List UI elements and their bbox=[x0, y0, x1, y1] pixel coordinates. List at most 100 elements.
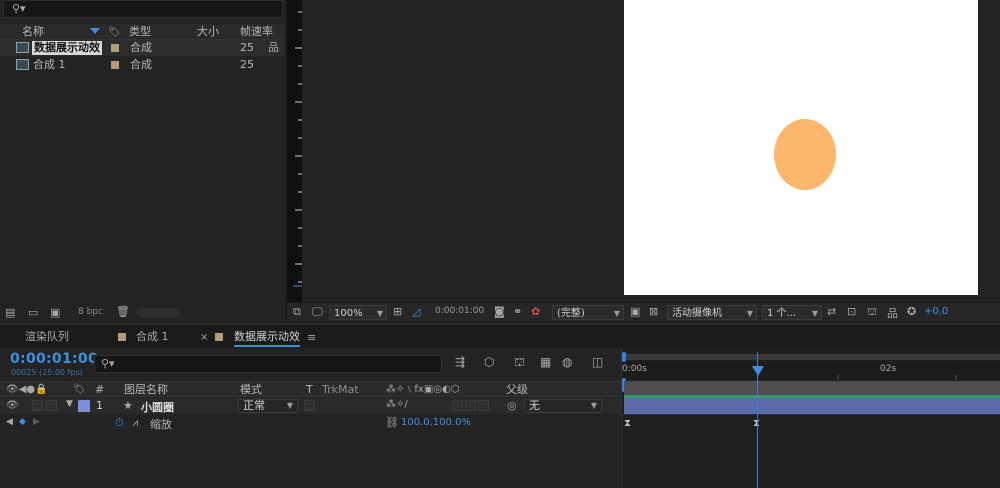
pixel-aspect-icon[interactable]: ⇄ bbox=[827, 305, 836, 318]
fx-toggle[interactable] bbox=[452, 400, 463, 411]
column-parent[interactable]: 父级 bbox=[506, 382, 528, 398]
comp-mini-flowchart-icon[interactable]: ⇶ bbox=[455, 355, 465, 369]
close-icon[interactable]: × bbox=[200, 327, 208, 347]
audio-toggle[interactable] bbox=[32, 400, 43, 411]
project-item-row[interactable]: 合成 1 合成 25 bbox=[0, 57, 285, 73]
label-tag-icon[interactable]: 🏷 bbox=[108, 24, 121, 40]
view-layout-select[interactable]: 1 个... ▼ bbox=[762, 305, 822, 320]
current-time-indicator-head[interactable] bbox=[752, 366, 764, 376]
tab-render-queue[interactable]: 渲染队列 bbox=[25, 327, 69, 347]
preserve-transparency-toggle[interactable] bbox=[304, 400, 315, 411]
expand-arrow-icon[interactable]: ▼ bbox=[66, 399, 73, 409]
composition-icon bbox=[16, 59, 29, 70]
search-icon: ⚲▾ bbox=[101, 357, 115, 370]
parent-select[interactable]: 无 ▼ bbox=[524, 399, 602, 413]
graph-icon[interactable]: ⩘ bbox=[132, 416, 138, 430]
layer-name[interactable]: 小圆圈 bbox=[141, 399, 174, 415]
project-item-row[interactable]: 数据展示动效 合成 25 品 bbox=[0, 40, 285, 56]
safe-margins-icon[interactable]: ⊞ bbox=[393, 305, 402, 318]
tab-comp1[interactable]: 合成 1 bbox=[136, 327, 169, 347]
current-time-display[interactable]: 0:00:01:00 bbox=[10, 351, 98, 367]
exposure-value[interactable]: +0.0 bbox=[924, 306, 948, 317]
motion-blur-icon[interactable]: ◍ bbox=[562, 355, 572, 369]
keyframe-marker[interactable]: ⧗ bbox=[624, 418, 631, 429]
transparency-grid-icon[interactable]: ⊠ bbox=[649, 305, 658, 318]
work-area-start-handle[interactable] bbox=[622, 352, 626, 362]
prev-keyframe-icon[interactable]: ◀ bbox=[6, 417, 13, 427]
label-swatch bbox=[118, 333, 126, 341]
layer-switches-icons[interactable]: ⁂✧﹨fx▣◎◐⬡ bbox=[386, 382, 459, 398]
layer-duration-bar[interactable] bbox=[624, 398, 1000, 414]
thumbnail-slider[interactable] bbox=[136, 308, 180, 318]
circle-shape-layer[interactable] bbox=[774, 119, 836, 190]
label-tag-icon[interactable]: 🏷 bbox=[73, 382, 86, 398]
column-number[interactable]: # bbox=[95, 382, 104, 398]
flowchart-icon[interactable]: 品 bbox=[887, 305, 898, 321]
bpc-button[interactable]: 8 bpc bbox=[78, 307, 103, 317]
ruler-label-2s: 02s bbox=[880, 364, 897, 374]
label-swatch bbox=[111, 44, 119, 52]
av-switches-icons[interactable]: 👁◀●🔒 bbox=[6, 382, 48, 398]
timeline-search-input[interactable]: ⚲▾ bbox=[94, 355, 442, 373]
work-area-bar[interactable] bbox=[624, 354, 1000, 360]
viewer-toolbar: ⧉ 🖵 100% ▼ ⊞ ◿ 0:00:01:00 ◙ ⚭ ✿ (完整) ▼ ▣ ⊠… bbox=[287, 302, 1000, 321]
shy-collapse-switches[interactable]: ⁂✧/ bbox=[386, 399, 408, 410]
column-mode[interactable]: 模式 bbox=[240, 382, 262, 398]
column-t[interactable]: T bbox=[306, 382, 313, 398]
shy-layers-icon[interactable]: ⛫ bbox=[514, 355, 525, 371]
mask-visibility-icon[interactable]: ◿ bbox=[412, 305, 420, 318]
panel-menu-icon[interactable]: ≡ bbox=[307, 327, 316, 347]
color-channel-icon[interactable]: ✿ bbox=[531, 305, 540, 318]
fast-preview-icon[interactable]: ⊡ bbox=[847, 305, 856, 318]
property-row[interactable]: ◀ ◆ ▶ ⏱ ⩘ 缩放 ⛓ 100.0,100.0% bbox=[0, 415, 621, 431]
always-preview-icon[interactable]: ⧉ bbox=[293, 305, 301, 319]
resolution-select[interactable]: (完整) ▼ bbox=[552, 305, 624, 320]
property-name: 缩放 bbox=[150, 418, 172, 431]
motion-blur-toggle[interactable] bbox=[478, 400, 489, 411]
draft-3d-icon[interactable]: ⬡ bbox=[484, 355, 494, 369]
star-shape-icon: ★ bbox=[123, 399, 133, 412]
column-layer-name[interactable]: 图层名称 bbox=[124, 382, 168, 398]
project-item-fps: 25 bbox=[240, 58, 254, 71]
zoom-select[interactable]: 100% ▼ bbox=[329, 305, 387, 320]
frame-blend-toggle[interactable] bbox=[465, 400, 476, 411]
show-snapshot-icon[interactable]: ⚭ bbox=[513, 305, 522, 318]
viewer-timecode[interactable]: 0:00:01:00 bbox=[435, 306, 484, 316]
pick-whip-icon[interactable]: ◎ bbox=[507, 399, 517, 412]
column-type[interactable]: 类型 bbox=[129, 24, 151, 40]
column-trkmat[interactable]: TrkMat bbox=[322, 382, 359, 398]
eye-icon[interactable]: 👁 bbox=[6, 400, 19, 411]
project-item-type: 合成 bbox=[130, 58, 152, 71]
time-ruler[interactable] bbox=[622, 362, 1000, 380]
region-of-interest-icon[interactable]: ▣ bbox=[630, 305, 640, 318]
column-name[interactable]: 名称 bbox=[22, 24, 44, 40]
lock-toggle[interactable] bbox=[46, 400, 57, 411]
stopwatch-icon[interactable]: ⏱ bbox=[115, 416, 124, 430]
column-fps[interactable]: 帧速率 bbox=[240, 24, 273, 40]
flowchart-icon[interactable]: 品 bbox=[268, 40, 279, 56]
scale-value[interactable]: 100.0,100.0% bbox=[401, 417, 471, 428]
new-composition-icon[interactable]: ▣ bbox=[50, 306, 60, 319]
tab-active-comp[interactable]: 数据展示动效 bbox=[234, 327, 300, 347]
layer-label-color[interactable] bbox=[78, 400, 90, 412]
new-folder-icon[interactable]: ▭ bbox=[28, 306, 38, 319]
exposure-reset-icon[interactable]: ✪ bbox=[907, 305, 916, 318]
frame-blending-icon[interactable]: ▦ bbox=[540, 355, 551, 369]
sort-desc-icon[interactable] bbox=[90, 28, 100, 34]
column-size[interactable]: 大小 bbox=[197, 24, 219, 40]
monitor-icon[interactable]: 🖵 bbox=[312, 305, 323, 319]
blend-mode-select[interactable]: 正常 ▼ bbox=[238, 399, 298, 413]
ruler-label-start: 0:00s bbox=[622, 364, 647, 374]
project-item-type: 合成 bbox=[130, 41, 152, 54]
trash-icon[interactable]: 🗑 bbox=[116, 305, 130, 318]
graph-editor-icon[interactable]: ◫ bbox=[592, 355, 603, 369]
keyframe-diamond-icon[interactable]: ◆ bbox=[19, 417, 26, 427]
project-search-input[interactable]: ⚲▾ bbox=[3, 0, 283, 18]
snapshot-icon[interactable]: ◙ bbox=[494, 305, 505, 318]
next-keyframe-icon[interactable]: ▶ bbox=[33, 417, 40, 427]
camera-select[interactable]: 活动摄像机 ▼ bbox=[667, 305, 757, 320]
interpret-footage-icon[interactable]: ▤ bbox=[5, 306, 15, 319]
layer-row[interactable]: 👁 ▼ 1 ★ 小圆圈 正常 ▼ ⁂✧/ ◎ 无 ▼ bbox=[0, 398, 621, 414]
constrain-proportions-icon[interactable]: ⛓ bbox=[385, 416, 399, 429]
timeline-icon[interactable]: ⛫ bbox=[867, 305, 877, 320]
